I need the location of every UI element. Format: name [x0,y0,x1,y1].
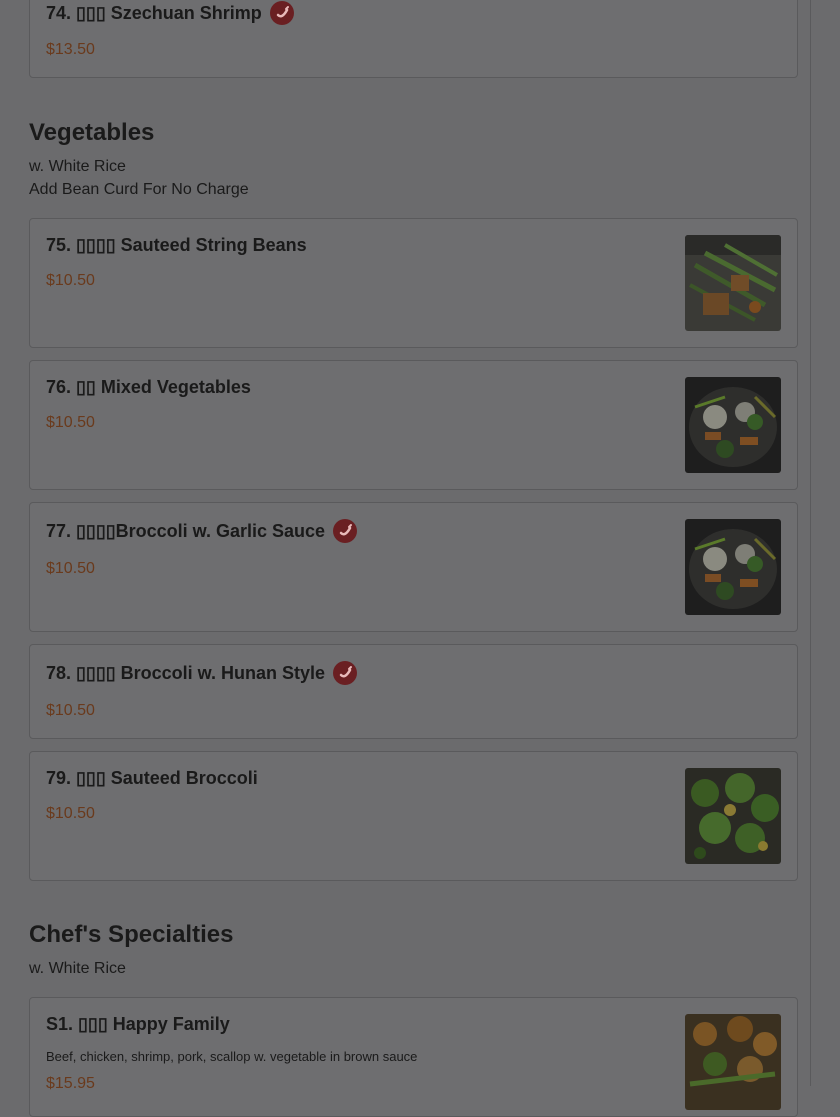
menu-item-price: $10.50 [46,702,95,719]
chili-pepper-icon [333,519,358,543]
menu-item-title-row: 77. ▯▯▯▯Broccoli w. Garlic Sauce [46,519,358,543]
menu-item-title: 77. ▯▯▯▯Broccoli w. Garlic Sauce [46,520,326,541]
menu-item-card[interactable]: 77. ▯▯▯▯Broccoli w. Garlic Sauce $10.50 [29,502,798,632]
menu-item-price: $10.50 [46,805,95,822]
menu-item-title: 76. ▯▯ Mixed Vegetables [46,377,251,397]
menu-item-title-row: 78. ▯▯▯▯ Broccoli w. Hunan Style [46,661,358,685]
broccoli-garlic-photo [685,519,781,615]
string-beans-photo [685,235,781,331]
menu-item-title-row: 74. ▯▯▯ Szechuan Shrimp [46,1,294,25]
menu-page: 74. ▯▯▯ Szechuan Shrimp $13.50 Vegetable… [0,0,840,1117]
section-title-chefs-specialties: Chef's Specialties [29,921,234,948]
menu-item-title: 78. ▯▯▯▯ Broccoli w. Hunan Style [46,662,326,683]
section-title-vegetables: Vegetables [29,119,155,146]
menu-item-title: 74. ▯▯▯ Szechuan Shrimp [46,2,262,23]
menu-item-price: $15.95 [46,1075,95,1092]
menu-item-card[interactable]: 75. ▯▯▯▯ Sauteed String Beans $10.50 [29,218,798,348]
menu-item-description: Beef, chicken, shrimp, pork, scallop w. … [46,1049,418,1064]
menu-item-card[interactable]: S1. ▯▯▯ Happy Family Beef, chicken, shri… [29,997,798,1117]
menu-item-title: 75. ▯▯▯▯ Sauteed String Beans [46,235,307,255]
section-note: w. White Rice [29,158,126,175]
sauteed-broccoli-photo [685,768,781,864]
mixed-vegetables-photo [685,377,781,473]
scrollbar-track[interactable] [810,0,811,1086]
menu-item-card[interactable]: 74. ▯▯▯ Szechuan Shrimp $13.50 [29,0,798,78]
menu-item-price: $10.50 [46,272,95,289]
chili-pepper-icon [269,1,294,25]
chili-pepper-icon [333,661,358,685]
menu-item-card[interactable]: 78. ▯▯▯▯ Broccoli w. Hunan Style $10.50 [29,644,798,739]
happy-family-photo [685,1014,781,1110]
section-note: Add Bean Curd For No Charge [29,181,249,198]
menu-item-card[interactable]: 79. ▯▯▯ Sauteed Broccoli $10.50 [29,751,798,881]
menu-item-price: $13.50 [46,41,95,58]
menu-item-title: 79. ▯▯▯ Sauteed Broccoli [46,768,258,788]
menu-item-card[interactable]: 76. ▯▯ Mixed Vegetables $10.50 [29,360,798,490]
menu-item-price: $10.50 [46,560,95,577]
menu-item-price: $10.50 [46,414,95,431]
menu-item-title: S1. ▯▯▯ Happy Family [46,1014,230,1034]
section-note: w. White Rice [29,960,126,977]
